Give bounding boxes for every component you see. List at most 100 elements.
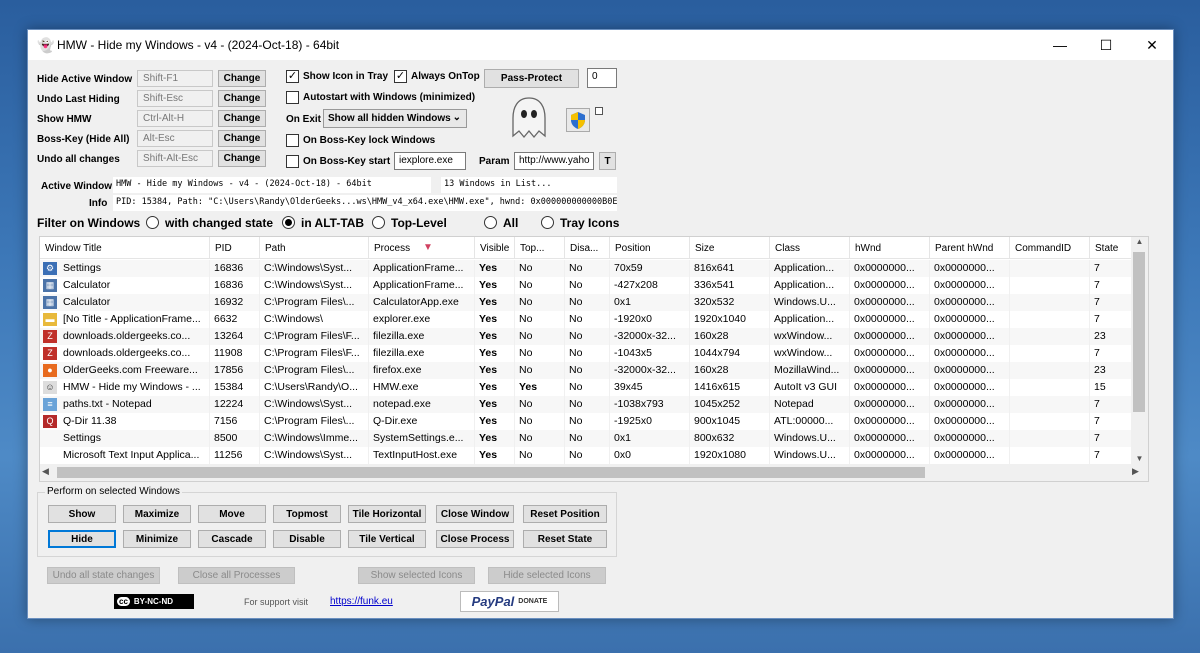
shield-button[interactable] bbox=[566, 108, 590, 132]
filter-radio[interactable] bbox=[146, 216, 159, 229]
table-cell: 800x632 bbox=[690, 430, 770, 447]
hotkey-field[interactable]: Ctrl-Alt-H bbox=[137, 110, 213, 127]
table-cell: Yes bbox=[475, 396, 515, 413]
action-button[interactable]: Show bbox=[48, 505, 116, 523]
table-cell: 0x0000000... bbox=[930, 396, 1010, 413]
table-cell: Settings bbox=[40, 260, 210, 277]
hide-selected-icons-button[interactable]: Hide selected Icons bbox=[488, 567, 606, 584]
always-ontop-checkbox[interactable]: ✓ bbox=[394, 70, 407, 83]
table-cell: 0x0000000... bbox=[850, 430, 930, 447]
table-row[interactable]: paths.txt - Notepad 12224 C:\Windows\Syst.… bbox=[40, 396, 1148, 413]
table-row[interactable]: [No Title - ApplicationFrame... 6632 C:\Wi… bbox=[40, 311, 1148, 328]
pass-protect-button[interactable]: Pass-Protect bbox=[484, 69, 579, 88]
action-button[interactable]: Close Window bbox=[436, 505, 514, 523]
action-button[interactable]: Tile Vertical bbox=[348, 530, 426, 548]
action-button[interactable]: Maximize bbox=[123, 505, 191, 523]
table-row[interactable]: Settings 16836 C:\Windows\Syst... Applicati… bbox=[40, 260, 1148, 277]
action-button[interactable]: Reset Position bbox=[523, 505, 607, 523]
close-button[interactable]: ✕ bbox=[1129, 30, 1175, 60]
undo-all-button[interactable]: Undo all state changes bbox=[47, 567, 160, 584]
sort-desc-icon: ▼ bbox=[423, 242, 433, 253]
action-button[interactable]: Minimize bbox=[123, 530, 191, 548]
action-button[interactable]: Reset State bbox=[523, 530, 607, 548]
action-button[interactable]: Topmost bbox=[273, 505, 341, 523]
scroll-right-icon[interactable]: ▶ bbox=[1132, 466, 1139, 477]
show-icon-tray-checkbox[interactable]: ✓ bbox=[286, 70, 299, 83]
hotkey-change-button[interactable]: Change bbox=[218, 90, 266, 107]
hotkey-change-button[interactable]: Change bbox=[218, 150, 266, 167]
column-header[interactable]: hWnd bbox=[850, 237, 930, 259]
hotkey-field[interactable]: Shift-F1 bbox=[137, 70, 213, 87]
paypal-donate-button[interactable]: PayPal DONATE bbox=[460, 591, 559, 612]
param-field[interactable]: http://www.yaho bbox=[514, 152, 594, 170]
settings-icon: ⚙ bbox=[43, 262, 57, 275]
column-header[interactable]: Process bbox=[369, 237, 475, 259]
table-row[interactable]: Settings 8500 C:\Windows\Imme... SystemSett… bbox=[40, 430, 1148, 447]
autostart-checkbox[interactable] bbox=[286, 91, 299, 104]
table-row[interactable]: Calculator 16932 C:\Program Files\... Calcu… bbox=[40, 294, 1148, 311]
table-cell: C:\Windows\Imme... bbox=[260, 430, 369, 447]
maximize-button[interactable]: ☐ bbox=[1083, 30, 1129, 60]
paypal-logo: PayPal bbox=[471, 594, 515, 609]
table-row[interactable]: Calculator 16836 C:\Windows\Syst... Applica… bbox=[40, 277, 1148, 294]
table-row[interactable]: downloads.oldergeeks.co... 11908 C:\Progra… bbox=[40, 345, 1148, 362]
filter-radio[interactable] bbox=[372, 216, 385, 229]
vertical-scroll-thumb[interactable] bbox=[1133, 252, 1145, 412]
column-header[interactable]: Top... bbox=[515, 237, 565, 259]
table-row[interactable]: downloads.oldergeeks.co... 13264 C:\Progra… bbox=[40, 328, 1148, 345]
small-checkbox[interactable] bbox=[595, 107, 603, 115]
minimize-button[interactable]: — bbox=[1037, 30, 1083, 60]
cc-license-badge[interactable]: cc BY-NC-ND bbox=[114, 594, 194, 609]
scroll-up-icon[interactable]: ▲ bbox=[1132, 237, 1147, 249]
column-header[interactable]: PID bbox=[210, 237, 260, 259]
column-header[interactable]: Size bbox=[690, 237, 770, 259]
hotkey-label: Undo all changes bbox=[37, 154, 120, 165]
boss-start-field[interactable]: iexplore.exe bbox=[394, 152, 466, 170]
filter-radio[interactable] bbox=[541, 216, 554, 229]
filter-radio[interactable] bbox=[282, 216, 295, 229]
hotkey-field[interactable]: Shift-Esc bbox=[137, 90, 213, 107]
action-button[interactable]: Tile Horizontal bbox=[348, 505, 426, 523]
table-cell: 70x59 bbox=[610, 260, 690, 277]
column-header[interactable]: Parent hWnd bbox=[930, 237, 1010, 259]
close-all-processes-button[interactable]: Close all Processes bbox=[178, 567, 295, 584]
on-exit-dropdown[interactable]: Show all hidden Windows ⌄ bbox=[323, 109, 467, 128]
table-cell: Yes bbox=[475, 362, 515, 379]
table-row[interactable]: HMW - Hide my Windows - ... 15384 C:\Users… bbox=[40, 379, 1148, 396]
column-header[interactable]: Path bbox=[260, 237, 369, 259]
action-button[interactable]: Close Process bbox=[436, 530, 514, 548]
horizontal-scroll-thumb[interactable] bbox=[57, 467, 925, 478]
column-header[interactable]: Position bbox=[610, 237, 690, 259]
boss-lock-checkbox[interactable] bbox=[286, 134, 299, 147]
filter-radio[interactable] bbox=[484, 216, 497, 229]
action-button[interactable]: Move bbox=[198, 505, 266, 523]
window-title: HMW - Hide my Windows - v4 - (2024-Oct-1… bbox=[57, 38, 340, 52]
boss-start-checkbox[interactable] bbox=[286, 155, 299, 168]
column-header[interactable]: Class bbox=[770, 237, 850, 259]
action-button[interactable]: Hide bbox=[48, 530, 116, 548]
table-row[interactable]: Microsoft Text Input Applica... 11256 C:\W… bbox=[40, 447, 1148, 464]
show-selected-icons-button[interactable]: Show selected Icons bbox=[358, 567, 475, 584]
scroll-left-icon[interactable]: ◀ bbox=[42, 466, 49, 477]
action-button[interactable]: Disable bbox=[273, 530, 341, 548]
column-header[interactable]: Disa... bbox=[565, 237, 610, 259]
pass-protect-field[interactable]: 0 bbox=[587, 68, 617, 88]
param-t-button[interactable]: T bbox=[599, 152, 616, 170]
support-link[interactable]: https://funk.eu bbox=[330, 596, 393, 607]
horizontal-scrollbar[interactable]: ◀ ▶ bbox=[40, 464, 1148, 481]
hotkey-field[interactable]: Shift-Alt-Esc bbox=[137, 150, 213, 167]
column-header[interactable]: Visible bbox=[475, 237, 515, 259]
table-cell: Q-Dir 11.38 bbox=[40, 413, 210, 430]
action-button[interactable]: Cascade bbox=[198, 530, 266, 548]
table-cell: CalculatorApp.exe bbox=[369, 294, 475, 311]
hotkey-change-button[interactable]: Change bbox=[218, 130, 266, 147]
vertical-scrollbar[interactable]: ▲ ▼ bbox=[1131, 237, 1148, 466]
hotkey-change-button[interactable]: Change bbox=[218, 70, 266, 87]
column-header[interactable]: Window Title bbox=[40, 237, 210, 259]
table-cell: 900x1045 bbox=[690, 413, 770, 430]
hotkey-field[interactable]: Alt-Esc bbox=[137, 130, 213, 147]
column-header[interactable]: CommandID bbox=[1010, 237, 1090, 259]
table-row[interactable]: OlderGeeks.com Freeware... 17856 C:\Progra… bbox=[40, 362, 1148, 379]
hotkey-change-button[interactable]: Change bbox=[218, 110, 266, 127]
table-row[interactable]: Q-Dir 11.38 7156 C:\Program Files\... Q-Dir… bbox=[40, 413, 1148, 430]
